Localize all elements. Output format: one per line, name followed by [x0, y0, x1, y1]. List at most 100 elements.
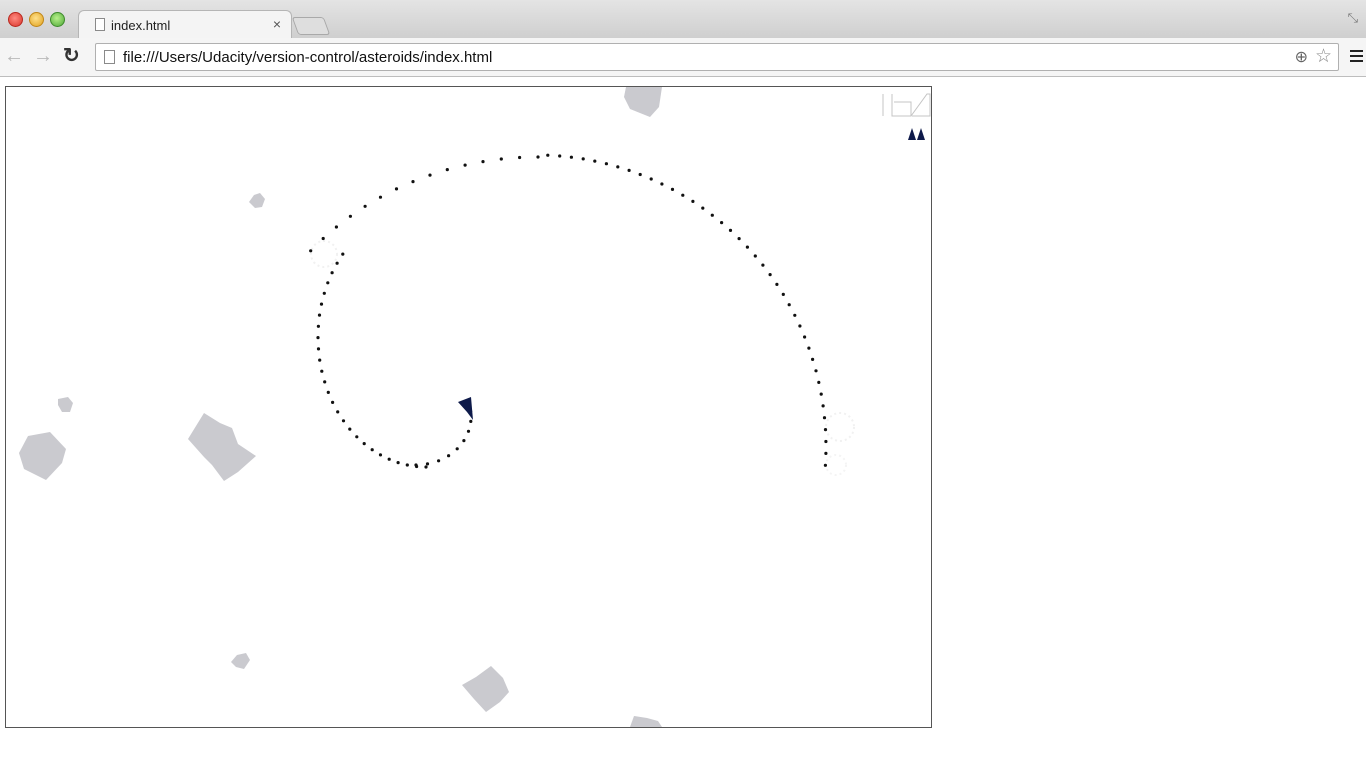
trail-dot: [761, 263, 765, 267]
tab-title: index.html: [111, 18, 171, 33]
trail-dot: [593, 159, 597, 163]
trail-dot: [811, 357, 815, 361]
trail-dot: [445, 168, 449, 172]
asteroid: [19, 432, 66, 480]
page-icon: [95, 18, 105, 31]
address-bar[interactable]: file:///Users/Udacity/version-control/as…: [95, 43, 1339, 71]
game-canvas[interactable]: [5, 86, 932, 728]
asteroid: [188, 413, 256, 481]
menu-icon[interactable]: [1350, 50, 1363, 62]
trail-dot: [378, 195, 383, 199]
ghost-ring: [825, 454, 847, 476]
trail-dot: [768, 273, 772, 277]
trail-dot: [411, 180, 415, 184]
trail-dot: [322, 291, 326, 295]
trail-dot: [807, 346, 811, 350]
trail-dot: [319, 302, 324, 306]
trail-dot: [425, 462, 430, 466]
life-ship-icon: [917, 128, 925, 140]
trail-dot: [822, 416, 827, 420]
asteroid: [462, 666, 509, 712]
back-arrow-icon[interactable]: ←: [4, 46, 24, 66]
close-window-button[interactable]: [8, 12, 23, 27]
trail-dot: [546, 153, 550, 157]
trail-dot: [701, 206, 705, 210]
page-icon: [104, 50, 115, 64]
forward-arrow-icon[interactable]: →: [33, 46, 53, 66]
tab-close-icon[interactable]: ×: [273, 16, 281, 32]
ghost-ring: [310, 240, 338, 268]
trail-dot: [638, 172, 642, 177]
trail-dot: [405, 463, 409, 467]
trail-dot: [330, 271, 334, 275]
trail-dot: [798, 324, 802, 328]
trail-dot: [499, 157, 503, 161]
player-ship: [458, 397, 473, 420]
trail-dot: [803, 335, 807, 339]
trail-dot: [341, 252, 345, 256]
trail-dot: [581, 157, 585, 161]
trail-dot: [466, 429, 471, 433]
trail-dot: [362, 442, 366, 446]
zoom-icon[interactable]: ⊕: [1295, 47, 1308, 67]
trail-dot: [463, 163, 467, 167]
trail-dot: [415, 464, 419, 469]
new-tab-button[interactable]: [291, 17, 331, 35]
trail-dot: [378, 453, 383, 457]
asteroid: [624, 87, 662, 117]
life-ship-icon: [908, 128, 916, 140]
trail-dot: [558, 154, 562, 158]
trail-dot: [569, 155, 574, 159]
star-icon[interactable]: ☆: [1315, 45, 1332, 68]
trail-dot: [604, 162, 609, 166]
trail-dot: [455, 447, 459, 451]
trail-dot: [821, 404, 825, 408]
fullscreen-icon[interactable]: ⤡: [1348, 10, 1358, 26]
trail-dot: [737, 237, 741, 241]
trail-dot: [370, 448, 374, 452]
browser-tab[interactable]: index.html ×: [78, 10, 292, 39]
trail-dot: [335, 261, 339, 265]
trail-dot: [824, 439, 828, 444]
trail-dot: [348, 427, 352, 431]
reload-icon[interactable]: ↻: [63, 46, 80, 66]
address-url[interactable]: file:///Users/Udacity/version-control/as…: [123, 49, 492, 66]
trail-dot: [681, 193, 685, 197]
zoom-window-button[interactable]: [50, 12, 65, 27]
game-scene: [19, 87, 931, 727]
trail-dot: [660, 182, 664, 186]
trail-dot: [326, 390, 330, 394]
trail-dot: [616, 165, 620, 169]
trail-dot: [424, 465, 428, 469]
trail-dot: [331, 400, 335, 404]
browser-titlebar: index.html × ⤡: [0, 0, 1366, 39]
minimize-window-button[interactable]: [29, 12, 44, 27]
trail-dot: [387, 457, 391, 461]
ghost-ring: [825, 412, 855, 442]
trail-dot: [341, 419, 346, 423]
trail-dot: [318, 358, 322, 362]
trail-dot: [321, 236, 325, 241]
trail-dot: [481, 160, 485, 164]
trail-dot: [320, 369, 324, 373]
trail-dot: [316, 336, 320, 340]
trail-dot: [823, 463, 828, 467]
trail-dot: [428, 173, 432, 177]
trail-dot: [824, 451, 828, 455]
browser-toolbar: ← → ↻ file:///Users/Udacity/version-cont…: [0, 38, 1366, 77]
trail-dot: [447, 454, 451, 458]
trail-dot: [336, 410, 340, 414]
trail-dot: [745, 245, 750, 249]
trail-dot: [355, 435, 359, 439]
trail-dot: [649, 177, 653, 181]
trail-dot: [793, 313, 797, 317]
trail-dot: [819, 392, 823, 396]
asteroid: [231, 653, 250, 669]
trail-dot: [627, 168, 631, 172]
trail-dot: [469, 419, 473, 423]
ship-trail: [309, 153, 828, 469]
trail-dot: [720, 221, 724, 225]
trail-dot: [317, 313, 322, 317]
trail-dot: [323, 380, 327, 384]
trail-dot: [363, 204, 367, 208]
